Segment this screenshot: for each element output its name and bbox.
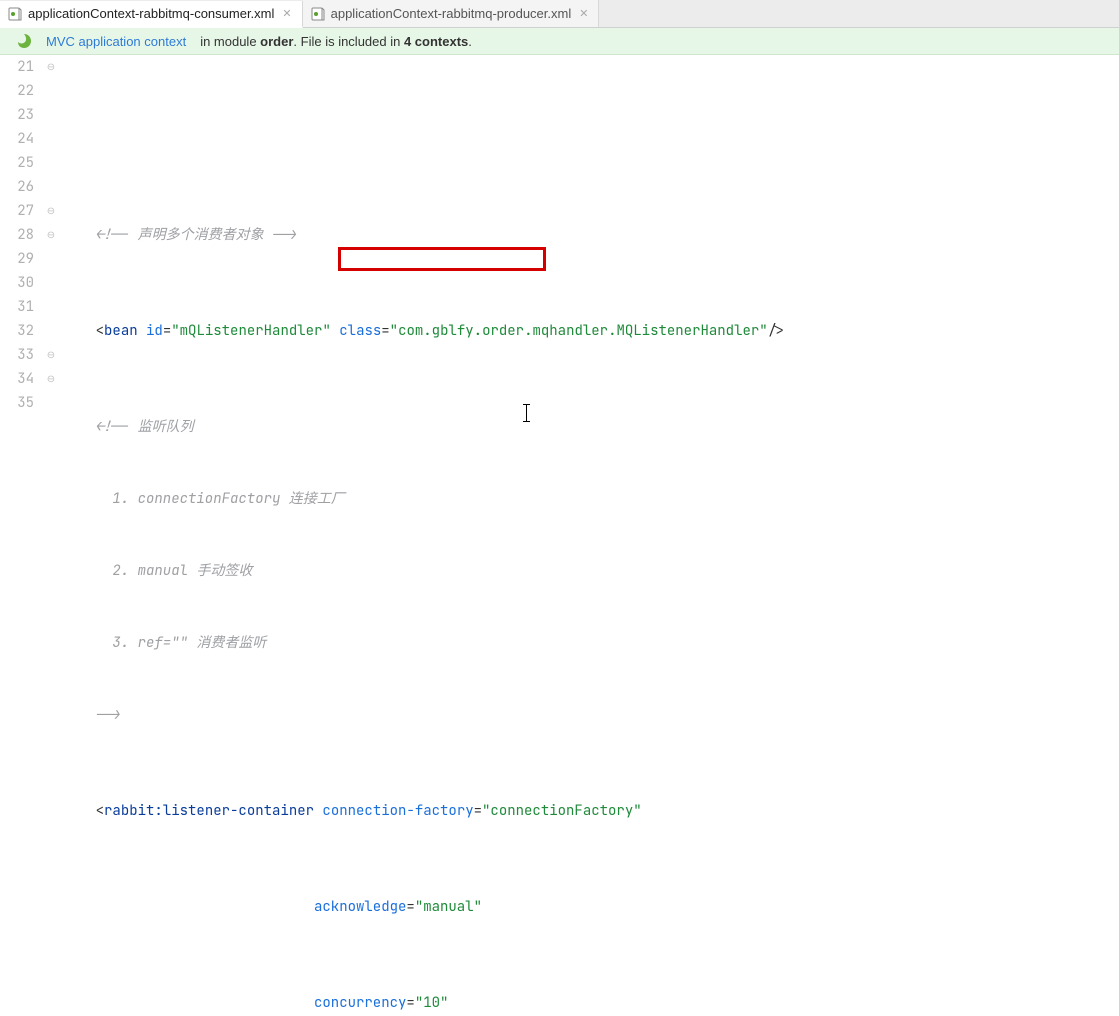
fold-spacer (44, 247, 58, 271)
xml-file-icon (311, 7, 325, 21)
context-text: in module order. File is included in 4 c… (200, 34, 472, 49)
fold-toggle-icon[interactable]: ⊖ (44, 223, 58, 247)
text-caret (526, 404, 527, 422)
line-number: 28 (0, 223, 34, 247)
xml-file-icon (8, 7, 22, 21)
tab-producer-xml[interactable]: applicationContext-rabbitmq-producer.xml… (303, 0, 600, 27)
line-number-gutter: 212223242526272829303132333435 (0, 55, 44, 508)
tab-label: applicationContext-rabbitmq-producer.xml (331, 6, 572, 21)
code-area[interactable]: <!-- 声明多个消费者对象 --> <bean id="mQListenerH… (58, 55, 1119, 508)
fold-spacer (44, 319, 58, 343)
fold-toggle-icon[interactable]: ⊖ (44, 367, 58, 391)
line-number: 31 (0, 295, 34, 319)
fold-toggle-icon[interactable]: ⊖ (44, 343, 58, 367)
line-number: 33 (0, 343, 34, 367)
highlight-box (338, 247, 546, 271)
line-number: 25 (0, 151, 34, 175)
line-number: 27 (0, 199, 34, 223)
fold-spacer (44, 79, 58, 103)
tab-label: applicationContext-rabbitmq-consumer.xml (28, 6, 274, 21)
line-number: 23 (0, 103, 34, 127)
context-link[interactable]: MVC application context (46, 34, 186, 49)
line-number: 24 (0, 127, 34, 151)
fold-spacer (44, 103, 58, 127)
fold-spacer (44, 151, 58, 175)
close-icon[interactable]: ✕ (577, 7, 590, 20)
context-bar: MVC application context in module order.… (0, 28, 1119, 55)
fold-column: ⊖⊖⊖⊖⊖ (44, 55, 58, 508)
tab-bar: applicationContext-rabbitmq-consumer.xml… (0, 0, 1119, 28)
line-number: 32 (0, 319, 34, 343)
fold-spacer (44, 175, 58, 199)
line-number: 34 (0, 367, 34, 391)
line-number: 30 (0, 271, 34, 295)
line-number: 26 (0, 175, 34, 199)
code-editor[interactable]: 212223242526272829303132333435 ⊖⊖⊖⊖⊖ <!-… (0, 55, 1119, 508)
fold-spacer (44, 391, 58, 415)
line-number: 35 (0, 391, 34, 415)
fold-toggle-icon[interactable]: ⊖ (44, 199, 58, 223)
close-icon[interactable]: ✕ (280, 7, 293, 20)
fold-spacer (44, 295, 58, 319)
line-number: 21 (0, 55, 34, 79)
spring-leaf-icon (16, 33, 32, 49)
tab-consumer-xml[interactable]: applicationContext-rabbitmq-consumer.xml… (0, 1, 303, 28)
line-number: 29 (0, 247, 34, 271)
fold-spacer (44, 271, 58, 295)
fold-toggle-icon[interactable]: ⊖ (44, 55, 58, 79)
line-number: 22 (0, 79, 34, 103)
fold-spacer (44, 127, 58, 151)
